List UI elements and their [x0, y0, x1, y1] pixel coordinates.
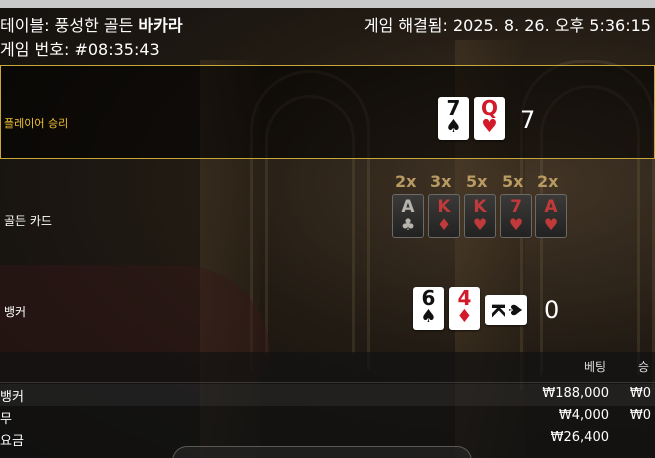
win-column-header: 승	[638, 360, 650, 374]
card-rank: K	[437, 197, 451, 217]
banker-score: 0	[544, 296, 560, 324]
bet-amount: ₩4,000	[558, 408, 609, 423]
golden-card-3: K ♥	[464, 194, 496, 238]
golden-card-5: A ♥	[535, 194, 567, 238]
golden-card-4: 7 ♥	[500, 194, 532, 238]
banker-card-2: 4 ♦	[449, 287, 480, 330]
player-card-2: Q ♥	[474, 97, 505, 140]
multiplier-5: 2x	[537, 172, 559, 191]
table-title-game: 바카라	[138, 16, 183, 35]
table-title-prefix: 테이블: 풍성한 골든	[0, 16, 134, 35]
multiplier-3: 5x	[466, 172, 488, 191]
bet-win: ₩0	[629, 408, 651, 423]
multiplier-2: 3x	[430, 172, 452, 191]
card-rank: K	[473, 197, 487, 217]
multiplier-4: 5x	[502, 172, 524, 191]
bet-win: ₩0	[629, 386, 651, 401]
bet-name: 뱅커	[0, 390, 24, 405]
card-suit: ♣	[400, 215, 416, 234]
table-title: 테이블: 풍성한 골든 바카라	[0, 12, 183, 36]
golden-card-2: K ♦	[428, 194, 460, 238]
card-suit: ♠	[420, 306, 437, 327]
banker-label: 뱅커	[4, 305, 27, 319]
golden-card-label: 골든 카드	[4, 214, 52, 228]
bet-name: 요금	[0, 434, 24, 449]
bet-name: 무	[0, 412, 12, 427]
card-suit: ♥	[543, 215, 559, 234]
bet-column-header: 베팅	[584, 360, 607, 374]
bottom-control-pill[interactable]	[172, 446, 472, 458]
card-rank: 7	[510, 197, 522, 217]
card-rank: A	[544, 197, 558, 217]
game-resolved-time: 게임 해결됨: 2025. 8. 26. 오후 5:36:15	[363, 16, 651, 35]
card-suit: ♥	[472, 215, 488, 234]
card-suit: ♥	[508, 215, 524, 234]
bet-row: 무 ₩4,000 ₩0	[0, 406, 655, 428]
card-suit: ♥	[481, 116, 498, 137]
banker-card-1: 6 ♠	[413, 287, 444, 330]
bet-row: 뱅커 ₩188,000 ₩0	[0, 384, 655, 406]
bets-divider	[0, 382, 655, 383]
bet-amount: ₩188,000	[542, 386, 609, 401]
card-suit: ♦	[456, 306, 473, 327]
card-suit: ♠	[503, 301, 525, 319]
multiplier-1: 2x	[395, 172, 417, 191]
window-top-bar	[0, 0, 655, 8]
golden-card-1: A ♣	[392, 194, 424, 238]
card-suit: ♠	[445, 116, 462, 137]
player-card-1: 7 ♠	[438, 97, 469, 140]
player-score: 7	[520, 106, 536, 134]
bet-amount: ₩26,400	[550, 430, 609, 445]
player-win-label: 플레이어 승리	[4, 117, 69, 130]
card-suit: ♦	[436, 215, 452, 234]
game-round-number: 게임 번호: #08:35:43	[0, 40, 160, 59]
player-result-row: 7 ♠ Q ♥ 7	[0, 65, 655, 159]
card-rank: A	[401, 197, 415, 217]
banker-card-3: K ♠	[485, 295, 527, 325]
